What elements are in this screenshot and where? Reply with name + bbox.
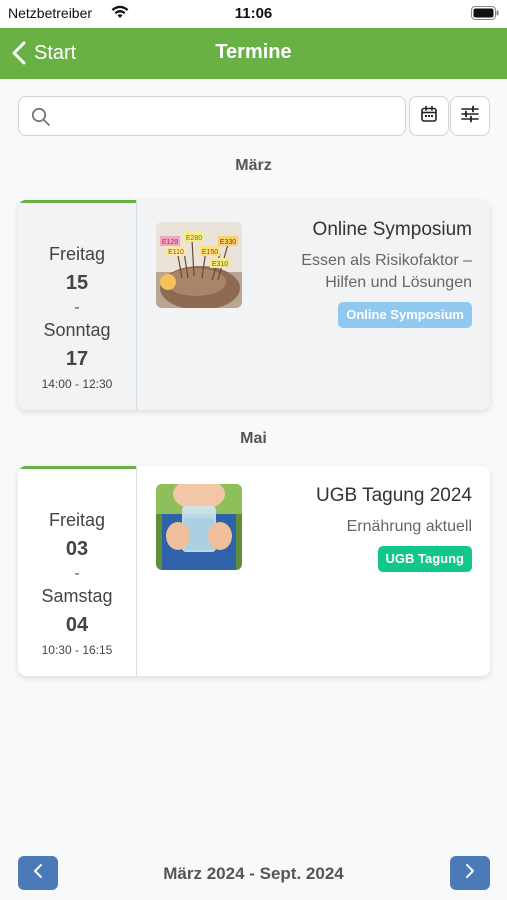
event-badge: Online Symposium	[338, 302, 472, 328]
page-title: Termine	[215, 41, 292, 63]
event-time: 10:30 - 16:15	[41, 643, 113, 657]
accent-line	[18, 200, 136, 203]
event-time: 14:00 - 12:30	[41, 377, 113, 391]
event-image-child-drinking-water	[156, 484, 242, 570]
end-day: 04	[65, 614, 89, 636]
calendar-icon	[420, 105, 438, 128]
event-image-food-additives: E129 E280 E330 E110 E150 E310	[156, 222, 242, 308]
start-weekday: Freitag	[48, 244, 106, 264]
chevron-right-icon	[465, 863, 475, 884]
month-header-mai: Mai	[240, 430, 267, 447]
event-subtitle-line2: Hilfen und Lösungen	[325, 274, 472, 291]
calendar-button[interactable]	[409, 96, 449, 136]
event-title: Online Symposium	[312, 219, 472, 240]
search-box[interactable]	[18, 96, 406, 136]
date-separator: -	[74, 565, 80, 582]
thumb-label-e150: E150	[202, 249, 218, 256]
thumb-label-e110: E110	[168, 249, 184, 256]
battery-icon	[471, 6, 499, 20]
thumb-label-e310: E310	[212, 261, 228, 268]
event-date-column: Freitag 03 - Samstag 04 10:30 - 16:15	[18, 466, 137, 676]
filter-button[interactable]	[450, 96, 490, 136]
event-card-ugb-tagung[interactable]: Freitag 03 - Samstag 04 10:30 - 16:15 UG…	[18, 466, 490, 676]
end-weekday: Sonntag	[43, 320, 111, 340]
date-separator: -	[74, 299, 80, 316]
event-subtitle: Ernährung aktuell	[346, 518, 472, 535]
search-icon	[31, 107, 51, 132]
search-input[interactable]	[59, 105, 393, 129]
month-header-maerz: März	[235, 157, 272, 174]
start-weekday: Freitag	[48, 510, 106, 530]
thumb-label-e330: E330	[220, 239, 236, 246]
status-bar: Netzbetreiber 11:06	[0, 0, 507, 28]
status-time: 11:06	[234, 5, 273, 22]
event-subtitle-line1: Essen als Risikofaktor –	[301, 252, 472, 269]
thumb-label-e280: E280	[186, 235, 202, 242]
event-card-online-symposium[interactable]: Freitag 15 - Sonntag 17 14:00 - 12:30 E1…	[18, 200, 490, 410]
thumb-label-e129: E129	[162, 239, 178, 246]
event-date-column: Freitag 15 - Sonntag 17 14:00 - 12:30	[18, 200, 137, 410]
accent-line	[18, 466, 136, 469]
filter-sliders-icon	[460, 105, 480, 128]
start-day: 15	[65, 272, 89, 294]
event-badge: UGB Tagung	[377, 546, 472, 572]
end-weekday: Samstag	[41, 586, 113, 606]
period-label: März 2024 - Sept. 2024	[163, 864, 344, 883]
navigation-bar: Start Termine	[0, 28, 507, 79]
end-day: 17	[65, 348, 89, 370]
next-period-button[interactable]	[450, 856, 490, 890]
event-title: UGB Tagung 2024	[316, 485, 472, 506]
start-day: 03	[65, 538, 89, 560]
